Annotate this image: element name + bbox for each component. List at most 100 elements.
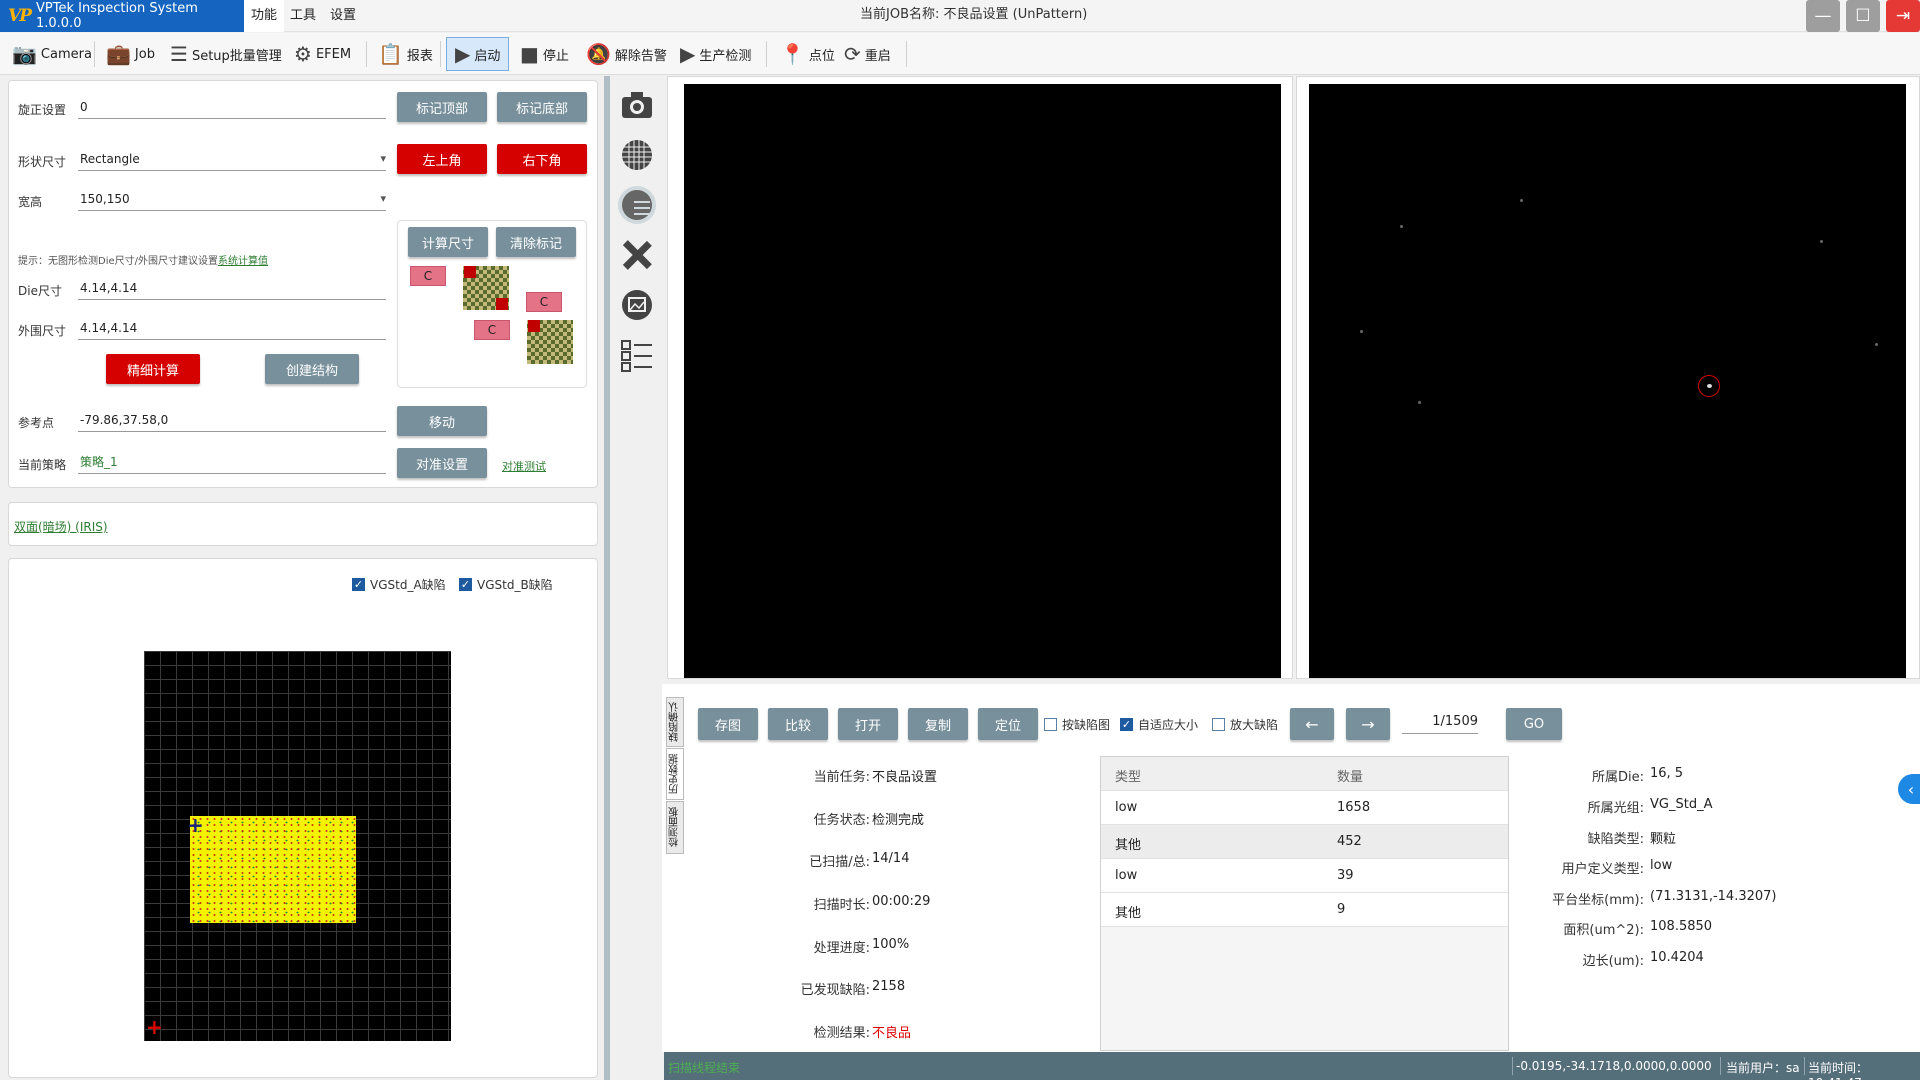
reference-image-view[interactable]	[684, 84, 1281, 678]
speck	[1360, 330, 1363, 333]
go-button[interactable]: GO	[1506, 708, 1562, 740]
camera-button[interactable]: 📷 Camera	[12, 37, 92, 71]
exit-button[interactable]: ⇥	[1886, 0, 1920, 32]
panel-splitter[interactable]	[604, 76, 610, 1080]
wafer-list-icon	[622, 190, 652, 220]
by-defect-image-checkbox[interactable]: 按缺陷图	[1044, 716, 1110, 733]
maximize-icon: ☐	[1855, 6, 1871, 26]
top-left-button[interactable]: 左上角	[397, 144, 487, 174]
prop-die: 所属Die: 16, 5	[1591, 766, 1684, 785]
snapshot-tool[interactable]	[618, 86, 656, 124]
width-height-select[interactable]: 150,150	[78, 189, 386, 211]
hint-message: 提示：无图形检测Die尺寸/外围尺寸建议设置	[18, 256, 218, 267]
table-header: 类型 数量	[1101, 757, 1508, 791]
table-row[interactable]: low 39	[1101, 859, 1508, 893]
shape-select[interactable]: Rectangle	[78, 149, 386, 171]
app-title-text: VPTek Inspection System 1.0.0.0	[35, 1, 198, 31]
info-progress: 处理进度: 100%	[813, 937, 910, 956]
info-scan-duration: 扫描时长: 00:00:29	[813, 894, 931, 913]
checklist-tool[interactable]	[618, 336, 656, 374]
zoom-defect-label: 放大缺陷	[1230, 718, 1279, 732]
speck	[1400, 225, 1403, 228]
mark-top-button[interactable]: 标记顶部	[397, 92, 487, 122]
calc-size-button[interactable]: 计算尺寸	[408, 227, 488, 257]
bottom-right-button[interactable]: 右下角	[497, 144, 587, 174]
tab-inspect-panel[interactable]: 检测面板	[666, 801, 684, 854]
copy-button[interactable]: 复制	[908, 708, 968, 740]
prop-stage-coords: 平台坐标(mm): (71.3131,-14.3207)	[1552, 889, 1777, 908]
compare-button[interactable]: 比较	[768, 708, 828, 740]
collapse-panel-button[interactable]: ‹	[1898, 774, 1920, 804]
system-calc-link[interactable]: 系统计算值	[218, 256, 268, 267]
locate-button[interactable]: 定位	[978, 708, 1038, 740]
next-button[interactable]: →	[1346, 708, 1390, 740]
tool-icon-bar	[612, 76, 660, 1080]
menu-tab-function[interactable]: 功能	[244, 0, 285, 32]
camera-icon	[622, 92, 652, 118]
table-row[interactable]: 其他 452	[1101, 825, 1508, 859]
restart-label: 重启	[864, 48, 891, 64]
wafer-grid-tool[interactable]	[618, 136, 656, 174]
width-height-label: 宽高	[18, 195, 43, 209]
point-button[interactable]: 📍 点位	[780, 37, 835, 71]
rotation-input[interactable]: 0	[78, 97, 386, 119]
mark-bottom-button[interactable]: 标记底部	[497, 92, 587, 122]
prop-optical-group: 所属光组: VG_Std_A	[1587, 797, 1713, 816]
prev-button[interactable]: ←	[1290, 708, 1334, 740]
mark-corner	[496, 298, 508, 310]
ref-point-input[interactable]: -79.86,37.58,0	[78, 410, 386, 432]
wafer-list-tool[interactable]	[618, 186, 656, 224]
image-tool[interactable]	[618, 286, 656, 324]
die-size-input[interactable]: 4.14,4.14	[78, 278, 386, 300]
alignment-tool[interactable]	[618, 236, 656, 274]
job-button[interactable]: 💼 Job	[106, 37, 155, 71]
toolbar-divider	[440, 41, 441, 67]
open-button[interactable]: 打开	[838, 708, 898, 740]
minimize-button[interactable]: —	[1806, 0, 1840, 32]
tab-defect-confirm[interactable]: 缺陷确认	[666, 697, 684, 747]
toolbar-divider	[366, 41, 367, 67]
zoom-defect-checkbox[interactable]: 放大缺陷	[1212, 716, 1278, 733]
mode-link[interactable]: 双面(暗场) (IRIS)	[14, 518, 108, 535]
outer-size-input[interactable]: 4.14,4.14	[78, 318, 386, 340]
clear-alarm-label: 解除告警	[614, 48, 667, 64]
align-test-link[interactable]: 对准测试	[502, 458, 546, 474]
table-row[interactable]: 其他 9	[1101, 893, 1508, 927]
clear-mark-button[interactable]: 清除标记	[496, 227, 576, 257]
efem-button[interactable]: ⚙ EFEM	[294, 37, 351, 71]
menu-tab-tools[interactable]: 工具	[283, 0, 323, 32]
app-title: VP VPTek Inspection System 1.0.0.0	[0, 0, 244, 32]
setup-button[interactable]: ☰ Setup批量管理	[170, 37, 282, 71]
maximize-button[interactable]: ☐	[1846, 0, 1880, 32]
info-current-task: 当前任务: 不良品设置	[813, 770, 938, 785]
info-scanned: 已扫描/总: 14/14	[809, 851, 910, 870]
strategy-input[interactable]: 策略_1	[78, 452, 386, 474]
defect-region[interactable]	[190, 816, 356, 923]
efem-label: EFEM	[315, 46, 352, 62]
page-input[interactable]: 1/1509	[1402, 712, 1478, 734]
move-button[interactable]: 移动	[397, 406, 487, 436]
table-row[interactable]: low 1658	[1101, 791, 1508, 825]
job-label: 当前JOB名称:	[860, 7, 940, 22]
auto-fit-checkbox[interactable]: ✓ 自适应大小	[1120, 716, 1198, 733]
save-image-button[interactable]: 存图	[698, 708, 758, 740]
vgstd-a-checkbox[interactable]: ✓ VGStd_A缺陷	[352, 576, 446, 593]
vgstd-b-checkbox[interactable]: ✓ VGStd_B缺陷	[459, 576, 553, 593]
stop-button[interactable]: ■ 停止	[520, 37, 569, 71]
vgstd-b-label: VGStd_B缺陷	[477, 578, 553, 592]
align-setup-button[interactable]: 对准设置	[397, 448, 487, 478]
clear-alarm-button[interactable]: 🔕 解除告警	[586, 37, 667, 71]
prop-user-type: 用户定义类型: low	[1561, 858, 1673, 877]
menu-tab-settings[interactable]: 设置	[323, 0, 363, 32]
defect-image-view[interactable]	[1309, 84, 1906, 678]
report-button[interactable]: 📋 报表	[378, 37, 433, 71]
app-logo-icon: VP	[8, 6, 32, 26]
production-inspect-button[interactable]: ▶ 生产检测	[680, 37, 751, 71]
status-divider	[1804, 1057, 1805, 1075]
report-label: 报表	[406, 48, 433, 64]
start-button[interactable]: ▶ 启动	[446, 37, 510, 71]
fine-calc-button[interactable]: 精细计算	[106, 354, 200, 384]
create-struct-button[interactable]: 创建结构	[265, 354, 359, 384]
restart-button[interactable]: ⟳ 重启	[844, 37, 891, 71]
tab-history-data[interactable]: 历史数据	[666, 748, 684, 800]
